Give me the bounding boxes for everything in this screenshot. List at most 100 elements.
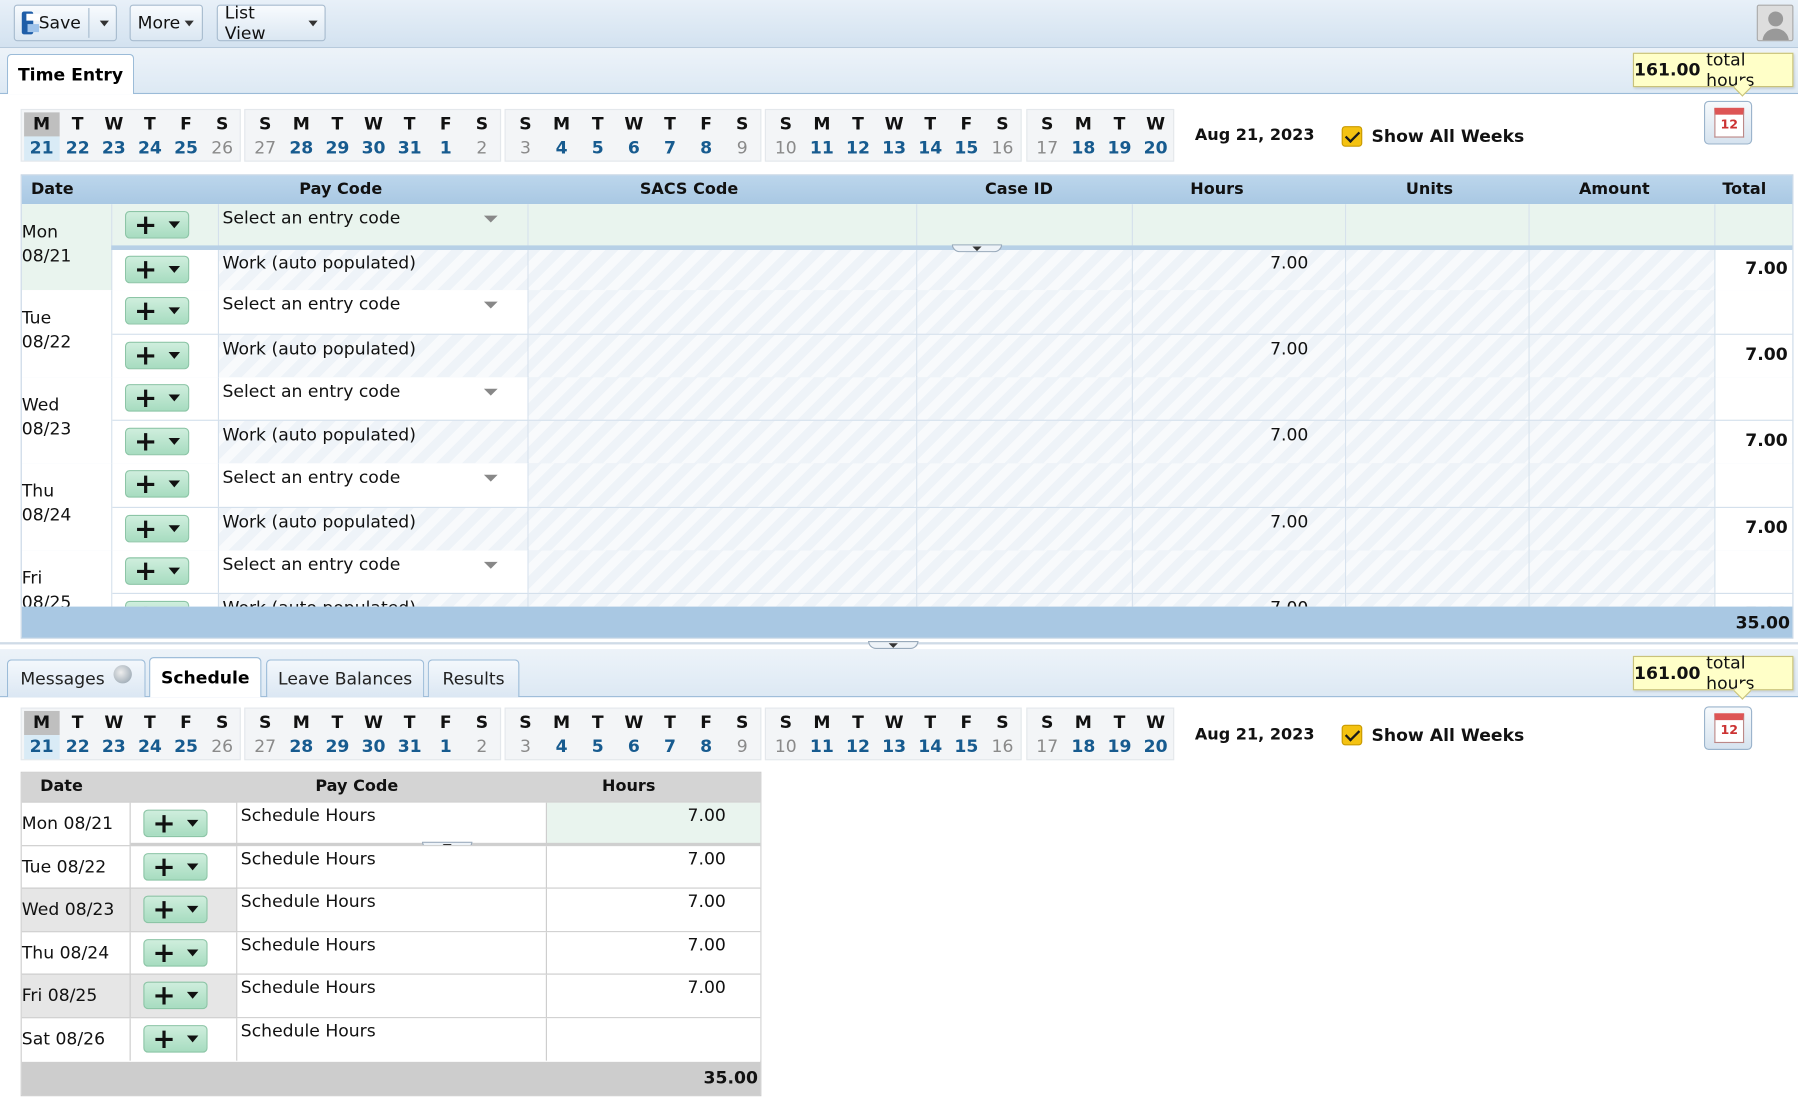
amount-cell[interactable] — [1529, 463, 1716, 507]
chevron-down-icon[interactable] — [186, 862, 199, 870]
case-id-cell[interactable] — [917, 204, 1133, 248]
top-day-5[interactable]: 5 — [580, 136, 616, 160]
top-day-19[interactable]: 19 — [1101, 136, 1137, 160]
top-day-25[interactable]: 25 — [168, 136, 204, 160]
pane-splitter[interactable] — [0, 641, 1798, 650]
amount-cell[interactable] — [1529, 506, 1716, 550]
add-entry-button[interactable]: + — [124, 515, 190, 542]
bottom-day-29[interactable]: 29 — [319, 735, 355, 759]
amount-cell[interactable] — [1529, 247, 1716, 291]
sacs-cell[interactable] — [528, 333, 918, 377]
top-day-24[interactable]: 24 — [132, 136, 168, 160]
pane-splitter-handle-icon[interactable] — [868, 641, 919, 650]
bottom-day-1[interactable]: 1 — [428, 735, 464, 759]
chevron-down-icon[interactable] — [483, 302, 498, 309]
amount-cell[interactable] — [1529, 333, 1716, 377]
top-day-23[interactable]: 23 — [96, 136, 132, 160]
case-id-cell[interactable] — [917, 290, 1133, 334]
chevron-down-icon[interactable] — [186, 948, 199, 956]
chevron-down-icon[interactable] — [168, 480, 181, 488]
top-day-8[interactable]: 8 — [688, 136, 724, 160]
schedule-code-cell[interactable]: Schedule Hours — [237, 888, 547, 932]
hours-cell[interactable] — [1132, 290, 1347, 334]
case-id-cell[interactable] — [917, 593, 1133, 607]
hours-cell[interactable] — [1132, 463, 1347, 507]
tab-schedule[interactable]: Schedule — [149, 657, 262, 698]
case-id-cell[interactable] — [917, 377, 1133, 421]
bottom-day-8[interactable]: 8 — [688, 735, 724, 759]
bottom-day-11[interactable]: 11 — [804, 735, 840, 759]
amount-cell[interactable] — [1529, 204, 1716, 248]
row-splitter[interactable] — [111, 243, 1793, 252]
schedule-hours-cell[interactable]: 7.00 — [546, 931, 761, 975]
top-day-14[interactable]: 14 — [912, 136, 948, 160]
top-day-6[interactable]: 6 — [616, 136, 652, 160]
bottom-day-21[interactable]: 21 — [23, 735, 60, 760]
units-cell[interactable] — [1346, 333, 1530, 377]
schedule-add-button[interactable]: + — [143, 1024, 208, 1053]
schedule-code-cell[interactable]: Schedule Hours — [237, 1017, 547, 1061]
add-entry-button[interactable]: + — [124, 383, 190, 411]
row-splitter-handle-icon[interactable] — [951, 243, 1003, 252]
bottom-day-24[interactable]: 24 — [132, 735, 168, 759]
tab-messages[interactable]: Messages — [6, 659, 146, 698]
schedule-code-cell[interactable]: Schedule Hours — [237, 845, 547, 889]
units-cell[interactable] — [1346, 506, 1530, 550]
sacs-cell[interactable] — [528, 549, 918, 594]
bottom-day-12[interactable]: 12 — [840, 735, 876, 759]
add-entry-button[interactable]: + — [124, 255, 190, 283]
schedule-add-button[interactable]: + — [143, 853, 208, 880]
top-day-10[interactable]: 10 — [768, 136, 804, 160]
chevron-down-icon[interactable] — [483, 388, 498, 396]
sacs-cell[interactable] — [528, 593, 918, 607]
add-entry-button[interactable]: + — [124, 470, 190, 498]
chevron-down-icon[interactable] — [483, 215, 498, 223]
bottom-day-31[interactable]: 31 — [392, 735, 428, 759]
hours-cell[interactable] — [1132, 377, 1347, 421]
add-entry-button[interactable]: + — [124, 342, 190, 369]
schedule-code-cell[interactable]: Schedule Hours — [237, 974, 547, 1018]
hours-cell[interactable] — [1132, 549, 1347, 594]
bottom-day-18[interactable]: 18 — [1065, 735, 1101, 759]
units-cell[interactable] — [1346, 377, 1530, 421]
case-id-cell[interactable] — [917, 506, 1133, 550]
case-id-cell[interactable] — [917, 247, 1133, 291]
bottom-day-17[interactable]: 17 — [1029, 735, 1065, 759]
hours-cell[interactable]: 7.00 — [1132, 333, 1347, 377]
units-cell[interactable] — [1346, 290, 1530, 334]
top-day-21[interactable]: 21 — [23, 136, 60, 161]
top-day-9[interactable]: 9 — [724, 136, 760, 160]
bottom-day-15[interactable]: 15 — [948, 735, 984, 759]
bottom-day-20[interactable]: 20 — [1138, 735, 1174, 759]
bottom-day-14[interactable]: 14 — [912, 735, 948, 759]
chevron-down-icon[interactable] — [168, 265, 181, 273]
schedule-hours-cell[interactable]: 7.00 — [546, 845, 761, 889]
show-all-weeks-checkbox[interactable]: Show All Weeks — [1341, 126, 1524, 147]
hours-cell[interactable]: 7.00 — [1132, 247, 1347, 291]
top-day-2[interactable]: 2 — [464, 136, 500, 160]
bottom-day-27[interactable]: 27 — [247, 735, 283, 759]
top-day-16[interactable]: 16 — [984, 136, 1020, 160]
bottom-day-13[interactable]: 13 — [876, 735, 912, 759]
amount-cell[interactable] — [1529, 377, 1716, 421]
schedule-add-button[interactable]: + — [143, 896, 208, 923]
save-button[interactable]: Save — [13, 4, 117, 42]
bottom-day-3[interactable]: 3 — [507, 735, 543, 759]
chevron-down-icon[interactable] — [168, 307, 181, 315]
bottom-day-2[interactable]: 2 — [464, 735, 500, 759]
bottom-day-30[interactable]: 30 — [355, 735, 391, 759]
sacs-cell[interactable] — [528, 377, 918, 421]
case-id-cell[interactable] — [917, 420, 1133, 464]
schedule-hours-cell[interactable]: 7.00 — [546, 802, 761, 846]
top-day-22[interactable]: 22 — [60, 136, 96, 160]
top-day-29[interactable]: 29 — [319, 136, 355, 160]
amount-cell[interactable] — [1529, 290, 1716, 334]
hours-cell[interactable] — [1132, 204, 1347, 248]
top-day-20[interactable]: 20 — [1138, 136, 1174, 160]
chevron-down-icon[interactable] — [168, 438, 181, 446]
top-day-4[interactable]: 4 — [544, 136, 580, 160]
schedule-hours-cell[interactable]: 7.00 — [546, 974, 761, 1018]
user-icon[interactable] — [1756, 4, 1794, 42]
top-day-12[interactable]: 12 — [840, 136, 876, 160]
schedule-add-button[interactable]: + — [143, 939, 208, 966]
